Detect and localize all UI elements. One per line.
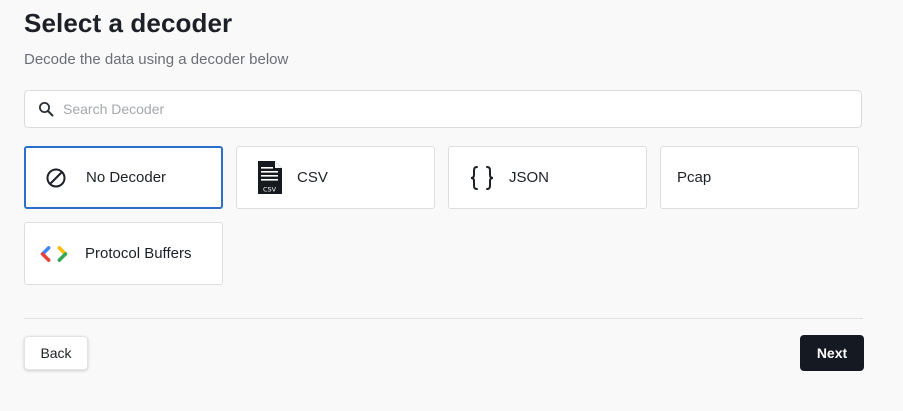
footer-divider <box>24 318 863 319</box>
json-braces-icon <box>467 161 497 195</box>
back-button[interactable]: Back <box>24 336 88 370</box>
decoder-card-label: Pcap <box>677 169 712 186</box>
svg-text:CSV: CSV <box>263 185 277 193</box>
decoder-card-pcap[interactable]: Pcap <box>660 146 859 209</box>
next-button[interactable]: Next <box>800 335 864 371</box>
decoder-card-label: JSON <box>509 169 550 186</box>
decoder-card-csv[interactable]: CSV CSV <box>236 146 435 209</box>
search-box[interactable] <box>24 90 862 128</box>
protocol-buffers-icon <box>39 237 69 271</box>
decoder-card-json[interactable]: JSON <box>448 146 647 209</box>
decoder-card-no-decoder[interactable]: No Decoder <box>24 146 223 209</box>
csv-file-icon: CSV <box>255 160 285 195</box>
no-decoder-icon <box>41 161 71 195</box>
decoder-card-label: Protocol Buffers <box>85 245 192 262</box>
search-input[interactable] <box>63 101 843 117</box>
decoder-card-label: CSV <box>297 169 328 186</box>
decoder-selection-page: Select a decoder Decode the data using a… <box>0 0 903 411</box>
page-subtitle: Decode the data using a decoder below <box>24 51 289 68</box>
page-title: Select a decoder <box>24 8 233 38</box>
decoder-card-protocol-buffers[interactable]: Protocol Buffers <box>24 222 223 285</box>
decoder-card-label: No Decoder <box>86 169 167 186</box>
search-icon <box>37 100 55 118</box>
